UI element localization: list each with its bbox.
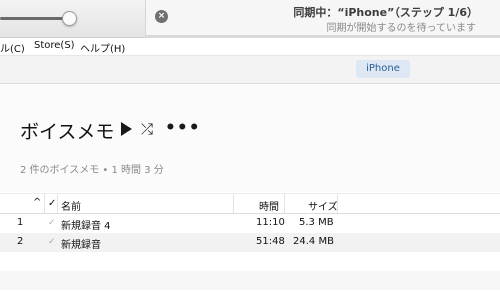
column-header-check[interactable]: ✓ (48, 198, 56, 209)
volume-slider-track[interactable] (0, 17, 70, 20)
cancel-sync-button[interactable]: × (155, 10, 168, 23)
menu-store[interactable]: Store(S) (34, 40, 75, 51)
column-divider[interactable] (284, 194, 285, 214)
row-time: 11:10 (256, 217, 285, 228)
status-display: × 同期中：“iPhone”（ステップ 1/6） 同期が開始するのを待っています (145, 0, 500, 38)
row-checkbox[interactable]: ✓ (48, 237, 56, 247)
row-size: 24.4 MB (293, 236, 334, 247)
table-row[interactable]: 2 ✓ 新規録音 51:48 24.4 MB (0, 233, 500, 252)
sync-status-title: 同期中：“iPhone”（ステップ 1/6） (293, 6, 478, 19)
row-time: 51:48 (256, 236, 285, 247)
device-iphone-button[interactable]: iPhone (356, 60, 410, 78)
play-icon[interactable] (121, 122, 132, 136)
top-toolbar: × 同期中：“iPhone”（ステップ 1/6） 同期が開始するのを待っています (0, 0, 500, 38)
column-divider[interactable] (44, 194, 45, 214)
library-summary: 2 件のボイスメモ • 1 時間 3 分 (20, 165, 164, 176)
column-header-name[interactable]: 名前 (61, 198, 81, 213)
table-row[interactable]: 1 ✓ 新規録音 4 11:10 5.3 MB (0, 214, 500, 233)
menu-bar: ル(C) Store(S) ヘルプ(H) (0, 38, 500, 56)
menu-help[interactable]: ヘルプ(H) (80, 40, 125, 55)
page-title: ボイスメモ (20, 121, 115, 143)
sort-indicator-icon[interactable]: ^ (33, 197, 41, 208)
main-content: ボイスメモ ⤮ ••• 2 件のボイスメモ • 1 時間 3 分 ^ ✓ 名前 … (0, 85, 500, 300)
shuffle-icon[interactable]: ⤮ (141, 119, 153, 139)
row-name: 新規録音 4 (61, 221, 111, 232)
column-divider[interactable] (233, 194, 234, 214)
row-index: 1 (17, 217, 24, 228)
column-header-time[interactable]: 時間 (259, 198, 279, 213)
empty-table-row (0, 271, 500, 290)
row-index: 2 (17, 236, 24, 247)
row-checkbox[interactable]: ✓ (48, 218, 56, 228)
sync-status-subtitle: 同期が開始するのを待っています (326, 23, 477, 34)
row-size: 5.3 MB (299, 217, 334, 228)
device-bar: iPhone (0, 56, 500, 84)
column-header-size[interactable]: サイズ (308, 198, 338, 213)
table-header: ^ ✓ 名前 時間 サイズ (0, 193, 500, 214)
row-name: 新規録音 (61, 240, 101, 251)
column-divider[interactable] (337, 194, 338, 214)
column-divider[interactable] (57, 194, 58, 214)
more-options-icon[interactable]: ••• (165, 118, 201, 138)
menu-controls[interactable]: ル(C) (0, 40, 25, 55)
volume-slider-knob[interactable] (62, 11, 77, 26)
